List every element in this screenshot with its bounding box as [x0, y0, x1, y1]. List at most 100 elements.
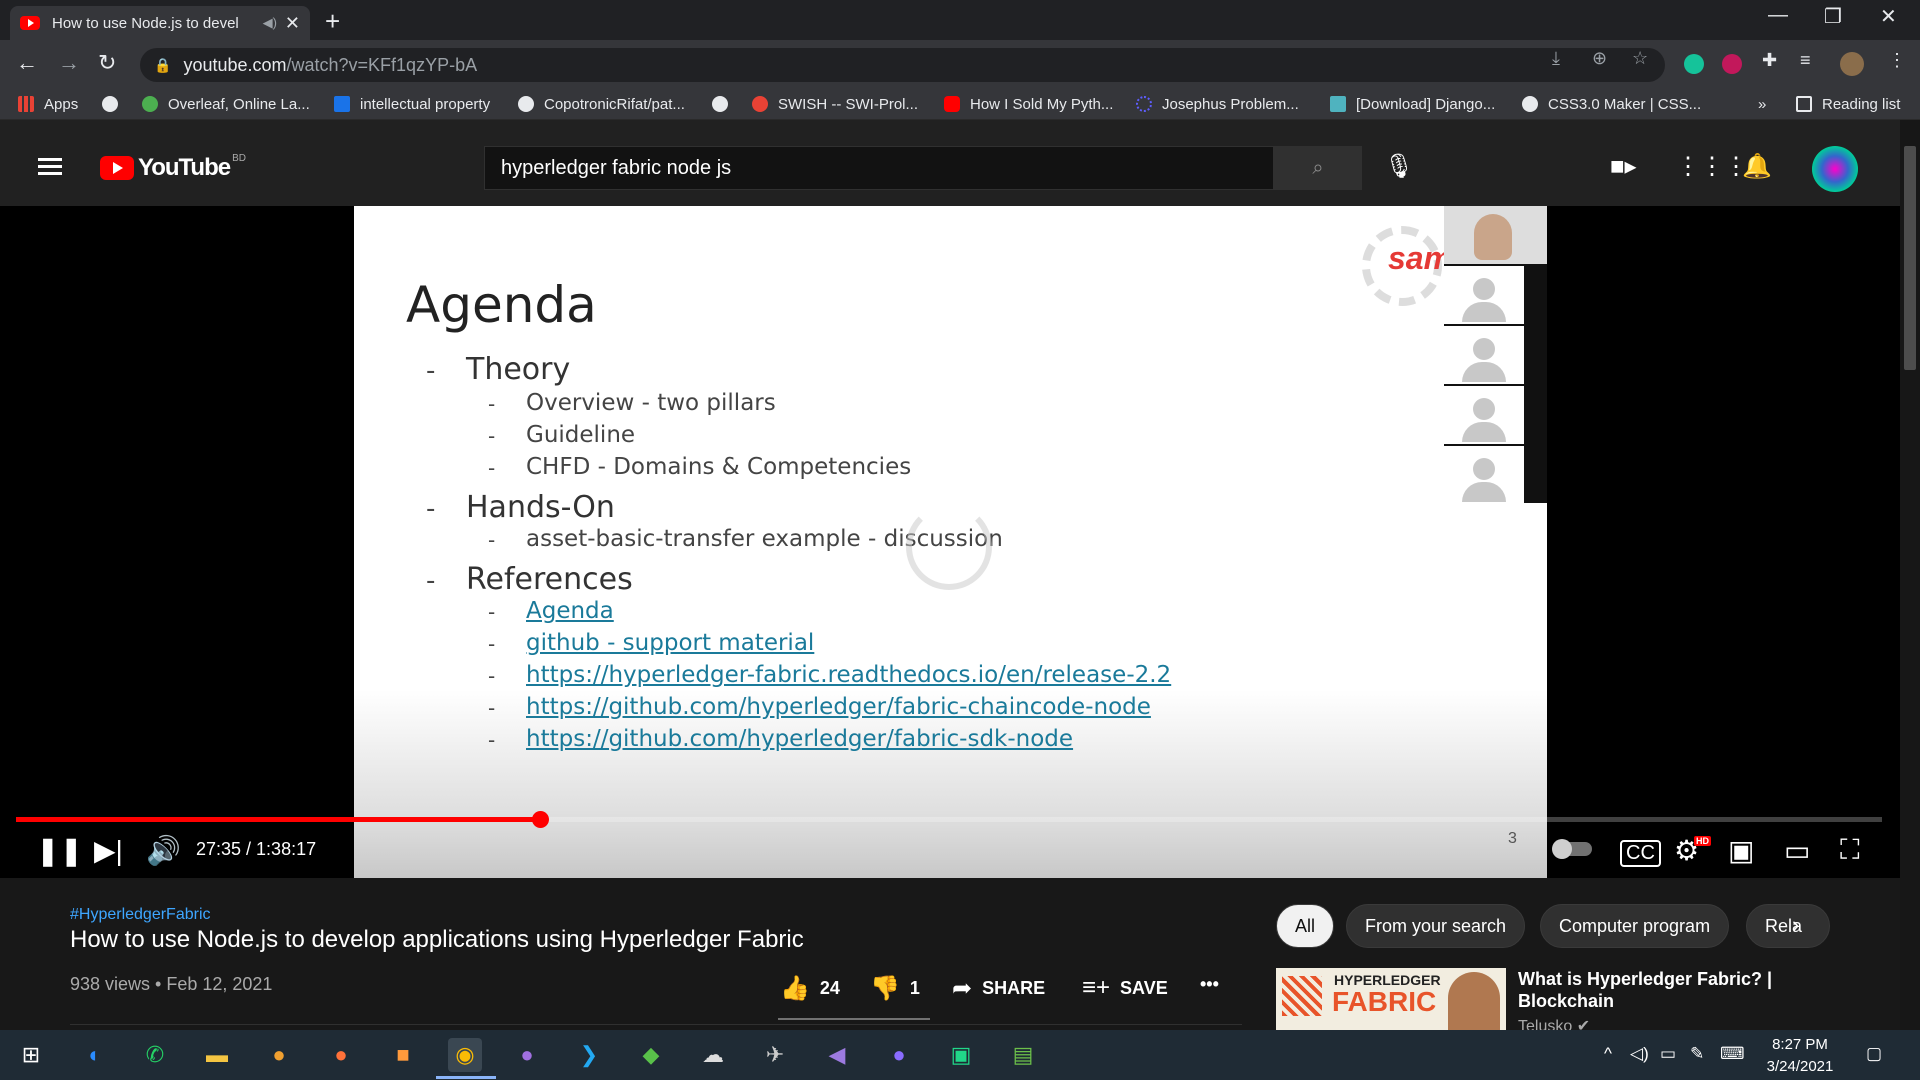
window-close-icon[interactable]: ✕	[1880, 4, 1897, 29]
video-hashtag-link[interactable]: #HyperledgerFabric	[70, 906, 211, 924]
notifications-bell-icon[interactable]: 🔔	[1742, 152, 1772, 181]
restore-icon[interactable]: ❐	[1824, 4, 1842, 29]
related-video-thumbnail[interactable]: HYPERLEDGER FABRIC	[1276, 968, 1506, 1030]
browser-tab[interactable]: How to use Node.js to devel ◀) ✕	[10, 6, 310, 40]
github-desktop-icon[interactable]: ●	[510, 1038, 544, 1072]
lock-icon: 🔒	[154, 56, 172, 73]
address-bar[interactable]: 🔒 youtube.com/watch?v=KFf1qzYP-bA	[140, 48, 1665, 82]
bookmark-globe[interactable]	[102, 94, 128, 114]
chrome-menu-icon[interactable]: ⋮	[1888, 50, 1906, 71]
guide-menu-icon[interactable]	[38, 158, 62, 176]
grammarly-extension-icon[interactable]	[1684, 54, 1704, 74]
voice-search-mic-icon[interactable]: 🎙	[1384, 152, 1414, 181]
extension-icon[interactable]	[1722, 54, 1742, 74]
related-video-title[interactable]: What is Hyperledger Fabric? | Blockchain	[1518, 968, 1818, 1012]
share-button[interactable]: ➦ SHARE	[952, 974, 1045, 1003]
chip-from-your-search[interactable]: From your search	[1346, 904, 1526, 948]
install-icon[interactable]: ⤓	[1552, 48, 1560, 69]
fullscreen-icon[interactable]: ⛶	[1840, 834, 1860, 867]
overleaf-icon	[142, 96, 158, 112]
whatsapp-icon[interactable]: ✆	[138, 1038, 172, 1072]
chrome-icon[interactable]: ◉	[448, 1038, 482, 1072]
tray-chevron-icon[interactable]: ^	[1604, 1044, 1612, 1064]
save-button[interactable]: ≡+ SAVE	[1082, 974, 1168, 1002]
tab-audio-icon[interactable]: ◀)	[263, 15, 277, 31]
zoom-icon[interactable]: ⊕	[1592, 48, 1607, 69]
bookmark-github-repo[interactable]: CopotronicRifat/pat...	[518, 94, 685, 114]
chip-related[interactable]: Rela	[1746, 904, 1830, 948]
bookmark-star-icon[interactable]: ☆	[1632, 48, 1648, 69]
globe-icon	[102, 96, 118, 112]
search-button[interactable]: ⌕	[1274, 146, 1362, 190]
slide-section-heading: Hands-On	[466, 490, 615, 525]
reading-list-button[interactable]: Reading list	[1796, 94, 1900, 114]
bookmark-css-maker[interactable]: CSS3.0 Maker | CSS...	[1522, 94, 1701, 114]
bookmark-apps[interactable]: Apps	[18, 94, 78, 114]
new-tab-button[interactable]: +	[325, 6, 340, 37]
apps-grid-icon[interactable]: ⋮⋮⋮	[1676, 152, 1748, 181]
youtube-logo[interactable]: YouTube BD	[100, 153, 246, 182]
slide-bullet-dash: -	[426, 356, 436, 386]
reload-icon[interactable]: ↻	[98, 50, 116, 76]
create-video-icon[interactable]: ■▸	[1610, 152, 1637, 181]
next-video-icon[interactable]: ▶|	[94, 834, 123, 867]
progress-scrubber-handle[interactable]	[532, 811, 549, 828]
file-explorer-icon[interactable]: ▬	[200, 1038, 234, 1072]
taskbar-app-icon[interactable]: ▤	[1006, 1038, 1040, 1072]
bookmark-youtube-video[interactable]: How I Sold My Pyth...	[944, 94, 1113, 114]
pause-icon[interactable]: ❚❚	[36, 834, 83, 867]
chip-computer-program[interactable]: Computer program	[1540, 904, 1730, 948]
volume-icon[interactable]: 🔊	[146, 834, 181, 867]
taskbar-app-icon[interactable]: ●	[262, 1038, 296, 1072]
bookmark-josephus[interactable]: Josephus Problem...	[1136, 94, 1299, 114]
firefox-icon[interactable]: ●	[324, 1038, 358, 1072]
theater-mode-icon[interactable]: ▭	[1784, 834, 1810, 867]
messenger-icon[interactable]: ●	[882, 1038, 916, 1072]
taskbar-app-icon[interactable]: ◆	[634, 1038, 668, 1072]
taskbar-app-icon[interactable]: ✈	[758, 1038, 792, 1072]
bookmark-intellectual-property[interactable]: intellectual property	[334, 94, 490, 114]
chip-all[interactable]: All	[1276, 904, 1335, 948]
taskbar-app-icon[interactable]: ■	[386, 1038, 420, 1072]
like-button[interactable]: 👍 24	[780, 974, 840, 1003]
bookmarks-bar: Apps Overleaf, Online La... intellectual…	[0, 88, 1920, 120]
media-control-icon[interactable]: ≡	[1800, 50, 1811, 71]
presenter-face	[1474, 214, 1512, 260]
account-avatar[interactable]	[1812, 146, 1858, 192]
action-center-icon[interactable]: ▢	[1866, 1044, 1882, 1064]
tray-keyboard-icon[interactable]: ⌨	[1720, 1044, 1745, 1064]
more-actions-button[interactable]: •••	[1200, 974, 1219, 995]
autoplay-toggle[interactable]	[1552, 839, 1592, 859]
vscode-icon[interactable]: ❯	[572, 1038, 606, 1072]
pycharm-icon[interactable]: ▣	[944, 1038, 978, 1072]
windows-start-icon[interactable]: ⊞	[14, 1038, 48, 1072]
miniplayer-icon[interactable]: ▣	[1728, 834, 1754, 867]
bookmark-swish[interactable]: SWISH -- SWI-Prol...	[752, 94, 918, 114]
page-scrollbar-thumb[interactable]	[1904, 146, 1916, 370]
taskbar-app-icon[interactable]: ◐	[78, 1038, 112, 1072]
search-input[interactable]: hyperledger fabric node js	[484, 146, 1274, 190]
back-icon[interactable]: ←	[16, 50, 38, 76]
minimize-icon[interactable]: —	[1768, 4, 1788, 27]
chips-next-chevron-icon[interactable]: ›	[1792, 912, 1799, 938]
tab-close-icon[interactable]: ✕	[285, 13, 300, 34]
taskbar-app-icon[interactable]: ☁	[696, 1038, 730, 1072]
visual-studio-icon[interactable]: ◀	[820, 1038, 854, 1072]
bookmarks-overflow-chevron[interactable]: »	[1758, 94, 1766, 114]
bookmark-globe-2[interactable]	[712, 94, 738, 114]
captions-cc-icon[interactable]: CC	[1620, 840, 1661, 867]
taskbar-clock[interactable]: 8:27 PM 3/24/2021	[1760, 1034, 1840, 1078]
tray-volume-icon[interactable]: ◁)	[1630, 1044, 1649, 1064]
extensions-puzzle-icon[interactable]: ✚	[1762, 50, 1777, 71]
profile-avatar[interactable]	[1840, 52, 1864, 76]
dislike-button[interactable]: 👎 1	[870, 974, 920, 1003]
scribd-icon	[334, 96, 350, 112]
bookmark-overleaf[interactable]: Overleaf, Online La...	[142, 94, 310, 114]
tray-pen-icon[interactable]: ✎	[1690, 1044, 1704, 1064]
person-avatar-icon	[1473, 398, 1495, 420]
tab-title: How to use Node.js to devel	[52, 14, 239, 32]
bookmark-django[interactable]: [Download] Django...	[1330, 94, 1495, 114]
forward-icon[interactable]: →	[58, 50, 80, 76]
tray-network-icon[interactable]: ▭	[1660, 1044, 1676, 1064]
globe-icon	[712, 96, 728, 112]
